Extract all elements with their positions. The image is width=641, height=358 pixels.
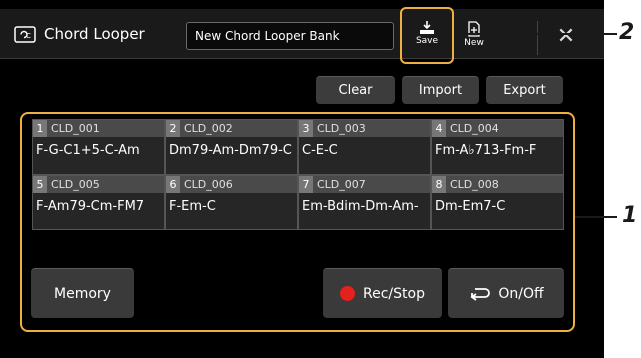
callout-line-2: [454, 33, 617, 35]
page-title: Chord Looper: [44, 25, 145, 43]
bank-name-field[interactable]: New Chord Looper Bank: [186, 22, 394, 50]
panel-highlight: [20, 112, 575, 332]
close-button[interactable]: ✕: [548, 21, 584, 55]
title-divider: [537, 21, 538, 55]
save-highlight: [400, 7, 454, 64]
chord-looper-screen: C Chord Looper New Chord Looper Bank Sav…: [0, 0, 604, 358]
import-button[interactable]: Import: [402, 76, 479, 104]
new-label: New: [464, 38, 484, 48]
clear-button[interactable]: Clear: [316, 76, 395, 104]
svg-text:C: C: [26, 32, 31, 40]
callout-number-1: 1: [622, 203, 638, 228]
export-button[interactable]: Export: [486, 76, 563, 104]
callout-number-2: 2: [619, 20, 635, 45]
callout-line-1: [575, 216, 617, 218]
new-button[interactable]: New: [452, 19, 496, 57]
chord-looper-icon: C: [14, 26, 36, 43]
